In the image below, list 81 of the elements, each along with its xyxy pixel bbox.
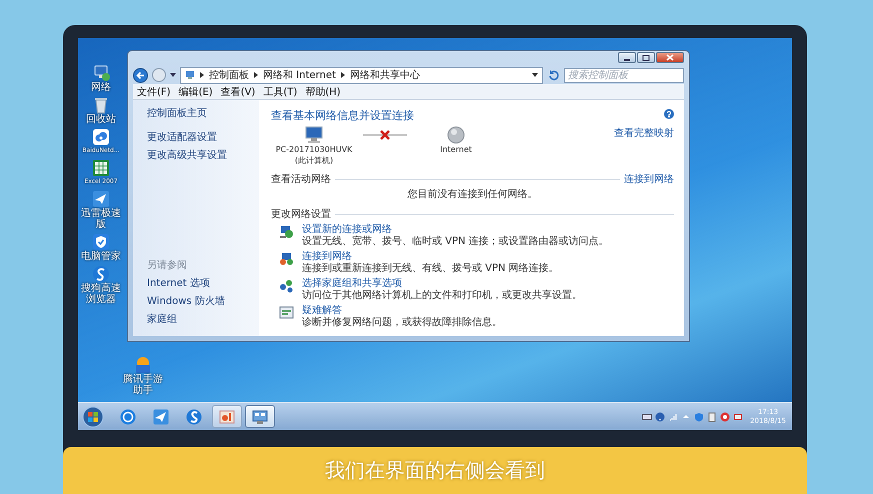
dropdown-icon[interactable] bbox=[170, 72, 176, 78]
network-setup-icon bbox=[279, 224, 294, 239]
network-window-icon bbox=[252, 408, 268, 424]
back-icon[interactable] bbox=[133, 68, 148, 82]
minimize-button[interactable] bbox=[618, 52, 636, 63]
task-link[interactable]: 连接到网络 bbox=[302, 251, 559, 263]
status-message: 您目前没有连接到任何网络。 bbox=[406, 188, 538, 201]
ring-app-icon bbox=[120, 408, 136, 424]
menu-item[interactable]: 帮助(H) bbox=[305, 84, 341, 98]
desktop-icon-label[interactable]: 网络 bbox=[79, 82, 123, 93]
taskbar-button[interactable] bbox=[212, 405, 242, 428]
antivirus-icon[interactable] bbox=[720, 412, 730, 422]
sidebar-link[interactable]: 更改适配器设置 bbox=[147, 130, 253, 144]
close-icon bbox=[666, 54, 674, 61]
desktop-icon-label[interactable]: 搜狗高速浏览器 bbox=[79, 283, 123, 305]
recycle-bin-icon[interactable] bbox=[92, 96, 110, 114]
start-orb-icon[interactable] bbox=[82, 406, 104, 428]
refresh-icon[interactable] bbox=[547, 68, 560, 82]
bird-icon bbox=[153, 408, 169, 424]
task-description: 连接到或重新连接到无线、有线、拨号或 VPN 网络连接。 bbox=[302, 263, 559, 275]
presentation-icon bbox=[219, 408, 235, 424]
computer-name: PC-20171030HUVK bbox=[276, 144, 352, 155]
desktop-icon-label[interactable]: 迅雷极速版 bbox=[79, 208, 123, 230]
breadcrumb[interactable]: 网络和 Internet bbox=[263, 68, 336, 82]
network-computer-icon[interactable] bbox=[92, 64, 110, 82]
close-button[interactable] bbox=[656, 52, 684, 63]
chevron-icon bbox=[254, 72, 258, 78]
sidebar-link[interactable]: 控制面板主页 bbox=[147, 106, 253, 120]
control-panel-icon bbox=[185, 70, 195, 80]
sidebar-link[interactable]: 家庭组 bbox=[147, 312, 253, 326]
help-icon[interactable] bbox=[664, 108, 674, 118]
full-map-link[interactable]: 查看完整映射 bbox=[614, 126, 674, 140]
task-description: 访问位于其他网络计算机上的文件和打印机，或更改共享设置。 bbox=[302, 290, 582, 302]
menu-item[interactable]: 工具(T) bbox=[263, 84, 298, 98]
troubleshoot-icon bbox=[279, 305, 294, 320]
browser-icon[interactable] bbox=[92, 265, 110, 283]
section-heading: 更改网络设置 bbox=[271, 208, 331, 221]
globe-icon bbox=[447, 126, 465, 144]
internet-label: Internet bbox=[440, 144, 472, 155]
menu-item[interactable]: 编辑(E) bbox=[178, 84, 213, 98]
sidebar-link[interactable]: 更改高级共享设置 bbox=[147, 148, 253, 162]
game-icon[interactable] bbox=[134, 356, 152, 374]
section-heading: 查看活动网络 bbox=[271, 172, 331, 186]
keyboard-icon[interactable] bbox=[642, 412, 652, 422]
spreadsheet-icon[interactable] bbox=[92, 159, 110, 177]
task-link[interactable]: 疑难解答 bbox=[302, 305, 502, 317]
help-icon[interactable] bbox=[655, 412, 666, 422]
breadcrumb[interactable]: 网络和共享中心 bbox=[350, 68, 420, 82]
breadcrumb[interactable]: 控制面板 bbox=[209, 68, 249, 82]
subtitle-text: 我们在界面的右侧会看到 bbox=[325, 457, 545, 484]
search-field[interactable]: 搜索控制面板 bbox=[564, 68, 684, 82]
bird-icon[interactable] bbox=[92, 190, 110, 208]
computer-icon bbox=[304, 126, 324, 144]
address-bar[interactable]: 控制面板 网络和 Internet 网络和共享中心 bbox=[180, 66, 543, 84]
menu-item[interactable]: 文件(F) bbox=[137, 84, 171, 98]
task-description: 诊断并修复网络问题，或获得故障排除信息。 bbox=[302, 317, 502, 329]
homegroup-icon bbox=[279, 278, 294, 293]
maximize-icon bbox=[642, 54, 650, 60]
task-link[interactable]: 选择家庭组和共享选项 bbox=[302, 278, 582, 290]
dropdown-icon[interactable] bbox=[532, 72, 538, 78]
network-status-icon[interactable] bbox=[733, 412, 744, 422]
menu-item[interactable]: 查看(V) bbox=[220, 84, 256, 98]
battery-icon[interactable] bbox=[707, 412, 718, 422]
browser-icon bbox=[186, 408, 202, 424]
connect-link[interactable]: 连接到网络 bbox=[624, 172, 674, 186]
sidebar-link[interactable]: Windows 防火墙 bbox=[147, 294, 253, 308]
chevron-icon bbox=[200, 72, 204, 78]
maximize-button[interactable] bbox=[637, 52, 655, 63]
taskbar-button[interactable] bbox=[245, 405, 275, 428]
task-link[interactable]: 设置新的连接或网络 bbox=[302, 224, 609, 236]
shield-icon[interactable] bbox=[92, 233, 110, 251]
task-description: 设置无线、宽带、拨号、临时或 VPN 连接；或设置路由器或访问点。 bbox=[302, 236, 609, 248]
desktop-icon-label[interactable]: 电脑管家 bbox=[79, 251, 123, 262]
chevron-icon bbox=[340, 72, 345, 78]
network-connect-icon bbox=[279, 251, 294, 266]
page-title: 查看基本网络信息并设置连接 bbox=[271, 108, 414, 123]
computer-note: (此计算机) bbox=[294, 155, 334, 166]
desktop-icon-label[interactable]: 回收站 bbox=[79, 114, 123, 125]
sidebar-link[interactable]: Internet 选项 bbox=[147, 276, 253, 290]
cloud-icon[interactable] bbox=[92, 128, 110, 146]
see-also-heading: 另请参阅 bbox=[147, 258, 188, 272]
